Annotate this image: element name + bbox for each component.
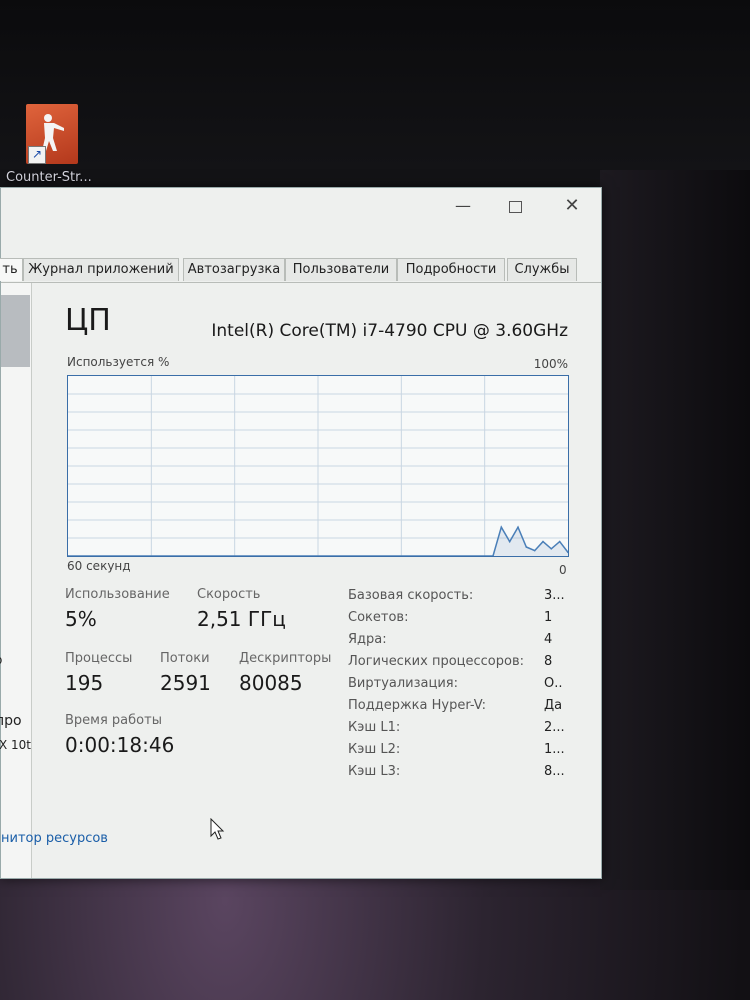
property-value: 1...: [544, 742, 565, 757]
tab-startup[interactable]: Автозагрузка: [183, 258, 285, 281]
property-key: Кэш L1:: [348, 720, 401, 735]
handles-value: 80085: [239, 671, 303, 695]
graph-x-right-label: 0: [559, 563, 567, 577]
cpu-performance-panel: ЦП Intel(R) Core(TM) i7-4790 CPU @ 3.60G…: [37, 283, 597, 878]
tab-users[interactable]: Пользователи: [285, 258, 397, 281]
threads-label: Потоки: [160, 651, 210, 666]
tab-details[interactable]: Подробности: [397, 258, 505, 281]
processes-label: Процессы: [65, 651, 133, 666]
counter-strike-shortcut-icon[interactable]: ↗: [24, 104, 80, 164]
property-value: О..: [544, 676, 563, 691]
cpu-usage-graph: [67, 375, 569, 557]
graph-x-left-label: 60 секунд: [67, 559, 131, 573]
uptime-label: Время работы: [65, 713, 162, 728]
graph-y-label: Используется %: [67, 355, 170, 369]
cpu-usage-point: [550, 548, 553, 550]
selected-resource-item[interactable]: [1, 295, 30, 367]
cpu-usage-point: [517, 526, 519, 528]
property-row: Логических процессоров: 8: [348, 654, 578, 676]
property-row: Сокетов: 1: [348, 610, 578, 632]
tab-app-history[interactable]: Журнал приложений: [23, 258, 179, 281]
property-value: 4: [544, 632, 553, 647]
left-text-fragment: о: [0, 653, 2, 667]
uptime-value: 0:00:18:46: [65, 733, 175, 757]
maximize-button[interactable]: [500, 194, 530, 218]
property-row: Ядра: 4: [348, 632, 578, 654]
property-value: 8: [544, 654, 553, 669]
cpu-usage-point: [500, 526, 503, 528]
close-button[interactable]: ✕: [557, 194, 587, 218]
resource-list-panel: про X 10t о: [0, 283, 32, 878]
utilization-value: 5%: [65, 607, 97, 631]
cpu-usage-point: [558, 540, 561, 543]
resource-monitor-link[interactable]: нитор ресурсов: [1, 831, 108, 846]
property-value: 2...: [544, 720, 565, 735]
task-manager-window: — ✕ ть Журнал приложений Автозагрузка По…: [0, 187, 602, 879]
tab-bar: ть Журнал приложений Автозагрузка Пользо…: [0, 258, 601, 283]
property-value: 8...: [544, 764, 565, 779]
property-key: Сокетов:: [348, 610, 409, 625]
cpu-usage-point: [533, 549, 536, 552]
property-key: Логических процессоров:: [348, 654, 525, 669]
threads-value: 2591: [160, 671, 211, 695]
cpu-properties-list: Базовая скорость: 3... Сокетов: 1 Ядра: 4 Л…: [348, 588, 578, 786]
graph-y-max-label: 100%: [533, 357, 568, 371]
maximize-icon: [508, 200, 522, 213]
tab-performance[interactable]: ть: [0, 258, 23, 281]
property-row: Поддержка Hyper-V: Да: [348, 698, 578, 720]
property-row: Кэш L3: 8...: [348, 764, 578, 786]
property-row: Кэш L2: 1...: [348, 742, 578, 764]
property-key: Кэш L3:: [348, 764, 401, 779]
desktop-icon-label[interactable]: Counter-Str...: [6, 170, 116, 185]
speed-value: 2,51 ГГц: [197, 607, 286, 631]
speed-label: Скорость: [197, 587, 261, 602]
cpu-model-name: Intel(R) Core(TM) i7-4790 CPU @ 3.60GHz: [211, 321, 568, 341]
processes-value: 195: [65, 671, 104, 695]
title-bar[interactable]: — ✕: [1, 188, 601, 226]
property-key: Кэш L2:: [348, 742, 401, 757]
property-value: 1: [544, 610, 553, 625]
utilization-label: Использование: [65, 587, 170, 602]
handles-label: Дескрипторы: [239, 651, 332, 666]
property-value: Да: [544, 698, 563, 713]
property-key: Виртуализация:: [348, 676, 458, 691]
cpu-usage-point: [508, 540, 511, 543]
property-row: Кэш L1: 2...: [348, 720, 578, 742]
property-row: Базовая скорость: 3...: [348, 588, 578, 610]
mouse-cursor-icon: [210, 818, 225, 840]
minimize-button[interactable]: —: [448, 194, 478, 218]
left-text-fragment: про: [0, 713, 22, 729]
cpu-usage-point: [525, 546, 528, 548]
monitor-bezel: [600, 170, 750, 890]
shortcut-arrow-icon: ↗: [28, 146, 46, 164]
left-text-fragment: X 10t: [0, 738, 32, 752]
cpu-usage-chart: [68, 376, 568, 556]
cpu-usage-point: [542, 540, 544, 543]
desktop-background: [0, 0, 750, 190]
property-key: Базовая скорость:: [348, 588, 474, 603]
property-value: 3...: [544, 588, 565, 603]
tab-services[interactable]: Службы: [507, 258, 577, 281]
cpu-title: ЦП: [65, 303, 111, 338]
property-key: Поддержка Hyper-V:: [348, 698, 486, 713]
property-row: Виртуализация: О..: [348, 676, 578, 698]
property-key: Ядра:: [348, 632, 387, 647]
